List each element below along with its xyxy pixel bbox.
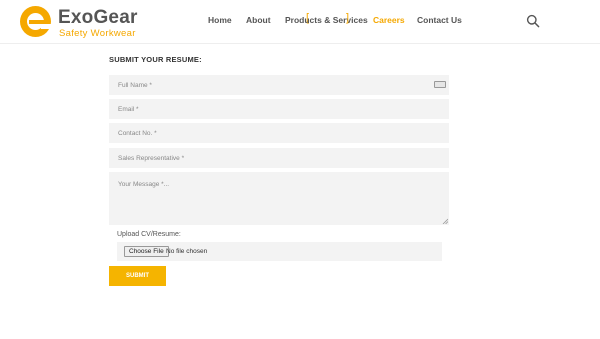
resize-grip-icon[interactable] (442, 218, 448, 224)
choose-file-button[interactable]: Choose File (124, 246, 169, 257)
brand-tagline: Safety Workwear (59, 28, 136, 39)
nav-careers[interactable]: Careers (373, 15, 405, 25)
brand-logo[interactable]: ExoGear Safety Workwear (20, 6, 140, 39)
contact-number-field[interactable]: Contact No. * (109, 123, 449, 143)
full-name-field[interactable]: Full Name * (109, 75, 449, 95)
upload-label: Upload CV/Resume: (117, 231, 181, 238)
autofill-card-icon[interactable] (434, 81, 446, 88)
message-placeholder: Your Message *... (118, 181, 170, 188)
brand-name: ExoGear (58, 7, 138, 28)
contact-number-placeholder: Contact No. * (118, 129, 157, 137)
file-status: No file chosen (166, 248, 208, 255)
logo-mark-icon (20, 6, 51, 37)
nav-about[interactable]: About (246, 15, 271, 25)
file-upload: Choose File No file chosen (117, 242, 442, 261)
form-title: SUBMIT YOUR RESUME: (109, 55, 202, 64)
hover-bracket-right-icon: ] (346, 12, 350, 24)
position-select[interactable]: Sales Representative * (109, 148, 449, 168)
full-name-placeholder: Full Name * (118, 81, 152, 89)
message-textarea[interactable]: Your Message *... (109, 172, 449, 225)
email-field[interactable]: Email * (109, 99, 449, 119)
position-value: Sales Representative * (118, 154, 185, 162)
search-icon[interactable] (526, 14, 540, 28)
nav-home[interactable]: Home (208, 15, 232, 25)
email-placeholder: Email * (118, 105, 139, 113)
site-header: ExoGear Safety Workwear Home About [ Pro… (0, 0, 600, 44)
nav-products-services[interactable]: Products & Services (285, 15, 368, 25)
nav-contact-us[interactable]: Contact Us (417, 15, 462, 25)
submit-button[interactable]: SUBMIT (109, 266, 166, 286)
